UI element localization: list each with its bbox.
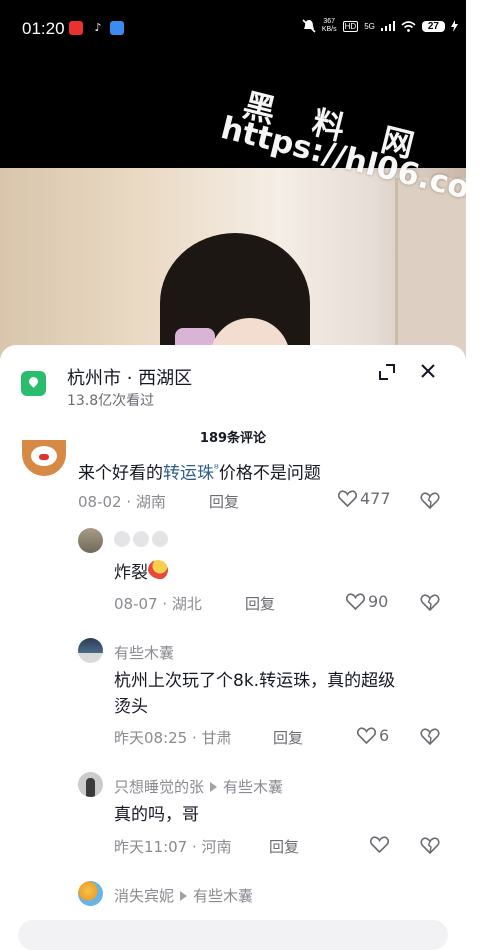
comment-text: 真的吗，哥 (114, 805, 199, 825)
dislike-icon[interactable] (420, 726, 440, 746)
reply-button[interactable]: 回复 (269, 836, 299, 857)
emoji-icon (133, 531, 149, 547)
comment-meta: 08-02 · 湖南 (78, 493, 166, 511)
charging-icon (451, 20, 458, 32)
status-time: 01:20 (22, 19, 65, 38)
comment-username[interactable]: 消失宾妮 有些木囊 (114, 885, 253, 906)
hd-badge: HD (342, 20, 359, 32)
like-count: 6 (379, 726, 390, 745)
signal-label: 5G (364, 21, 375, 31)
status-indicators: 367 KB/s HD 5G 27 (302, 18, 458, 34)
reply-arrow-icon (210, 782, 218, 792)
comment-text-line2: 烫头 (114, 697, 148, 717)
silent-bell-icon (302, 19, 316, 33)
heart-icon (370, 836, 389, 853)
reply-arrow-icon (180, 891, 188, 901)
like-button[interactable]: 6 (357, 726, 389, 745)
emoji-icon (114, 531, 130, 547)
comment-username[interactable] (114, 531, 171, 549)
location-views: 13.8亿次看过 (67, 393, 155, 409)
comment-meta: 昨天11:07 · 河南 (114, 838, 232, 856)
signal-bars-icon (380, 21, 395, 31)
comment-count-title: 189条评论 (199, 431, 267, 446)
comment-meta: 昨天08:25 · 甘肃 (114, 729, 232, 747)
location-pin-icon (21, 371, 46, 396)
comment-text: 杭州上次玩了个8k.转运珠，真的超级 (114, 671, 396, 691)
like-button[interactable] (370, 836, 392, 853)
emoji-icon (152, 531, 168, 547)
like-count: 477 (360, 489, 391, 508)
reply-button[interactable]: 回复 (273, 727, 303, 748)
like-count: 90 (368, 592, 389, 611)
tiktok-icon: ♪ (91, 21, 105, 35)
dislike-icon[interactable] (420, 490, 440, 510)
heart-icon (357, 727, 376, 744)
comment-username[interactable]: 只想睡觉的张 有些木囊 (114, 776, 283, 797)
net-speed: 367 KB/s (321, 18, 337, 33)
status-bar: 01:20 ♪ 367 KB/s HD 5G 27 (0, 0, 466, 48)
avatar[interactable] (78, 528, 103, 553)
avatar[interactable] (78, 772, 103, 797)
comment-text: 来个好看的转运珠ᴽ价格不是问题 (78, 462, 321, 484)
dislike-icon[interactable] (420, 835, 440, 855)
location-title[interactable]: 杭州市 · 西湖区 (67, 364, 192, 390)
avatar[interactable] (78, 881, 103, 906)
collapse-icon[interactable] (378, 363, 396, 381)
heart-icon (338, 490, 357, 507)
comment-input[interactable] (18, 920, 448, 950)
close-icon[interactable] (419, 362, 437, 380)
comment-text: 炸裂 (114, 560, 168, 586)
hashtag-link[interactable]: 转运珠 (163, 464, 214, 484)
app-notification-icon (110, 21, 124, 35)
comment-username[interactable]: 有些木囊 (114, 642, 174, 663)
avatar[interactable] (78, 638, 103, 663)
heart-icon (346, 593, 365, 610)
video-player[interactable]: 黑 料 网 https://hl06.co (0, 48, 466, 358)
sticker-emoji-icon (148, 560, 168, 580)
battery-indicator: 27 (421, 20, 445, 32)
weibo-icon (69, 21, 83, 35)
reply-button[interactable]: 回复 (245, 593, 275, 614)
reply-button[interactable]: 回复 (209, 491, 239, 512)
comment-meta: 08-07 · 湖北 (114, 595, 202, 613)
video-background-door (395, 178, 466, 358)
like-button[interactable]: 90 (346, 592, 388, 611)
wifi-icon (401, 20, 416, 32)
dislike-icon[interactable] (420, 592, 440, 612)
like-button[interactable]: 477 (338, 489, 391, 508)
